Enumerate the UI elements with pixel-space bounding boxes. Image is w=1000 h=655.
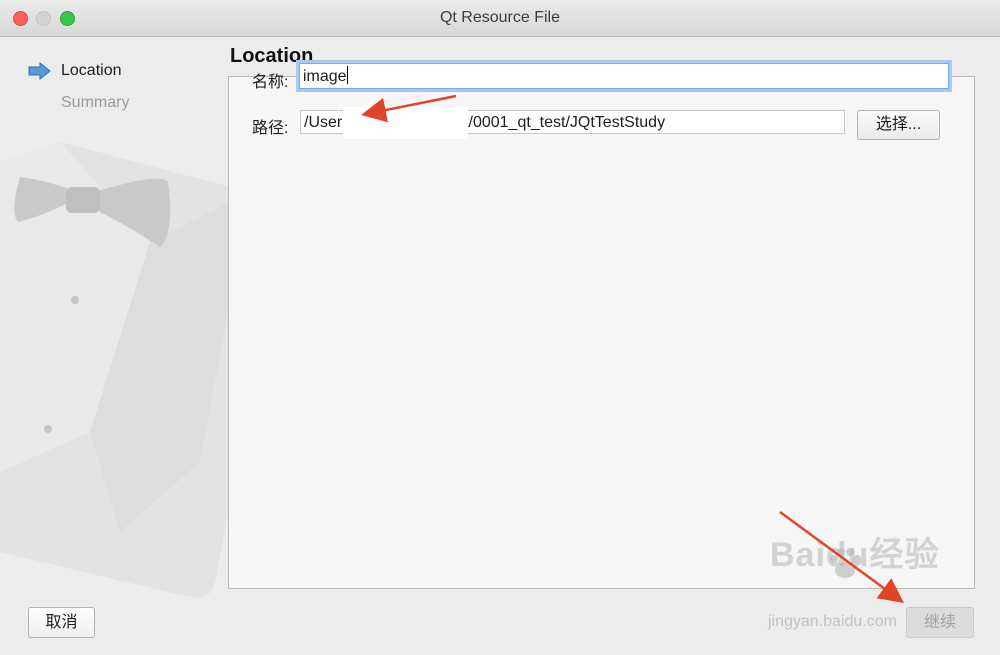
text-caret: [346, 66, 348, 84]
name-input-value: image: [303, 68, 347, 85]
content-panel: [228, 76, 975, 589]
path-label: 路径:: [252, 120, 289, 137]
step-summary: Summary: [28, 93, 129, 125]
step-label: Location: [61, 62, 122, 79]
cancel-button[interactable]: 取消: [28, 607, 95, 638]
current-step-arrow-icon: [28, 62, 51, 80]
continue-button[interactable]: 继续: [906, 607, 974, 638]
redaction-box: [343, 107, 468, 139]
browse-button[interactable]: 选择...: [857, 110, 940, 140]
step-label: Summary: [61, 94, 130, 111]
name-label: 名称:: [252, 74, 289, 91]
step-location: Location: [28, 61, 129, 93]
name-input[interactable]: image: [299, 63, 949, 89]
title-bar: Qt Resource File: [0, 0, 1000, 37]
window-title: Qt Resource File: [439, 9, 561, 26]
paw-icon: [830, 548, 861, 578]
wizard-steps: Location Summary: [28, 61, 129, 125]
baidu-watermark-url: jingyan.baidu.com: [768, 613, 897, 630]
